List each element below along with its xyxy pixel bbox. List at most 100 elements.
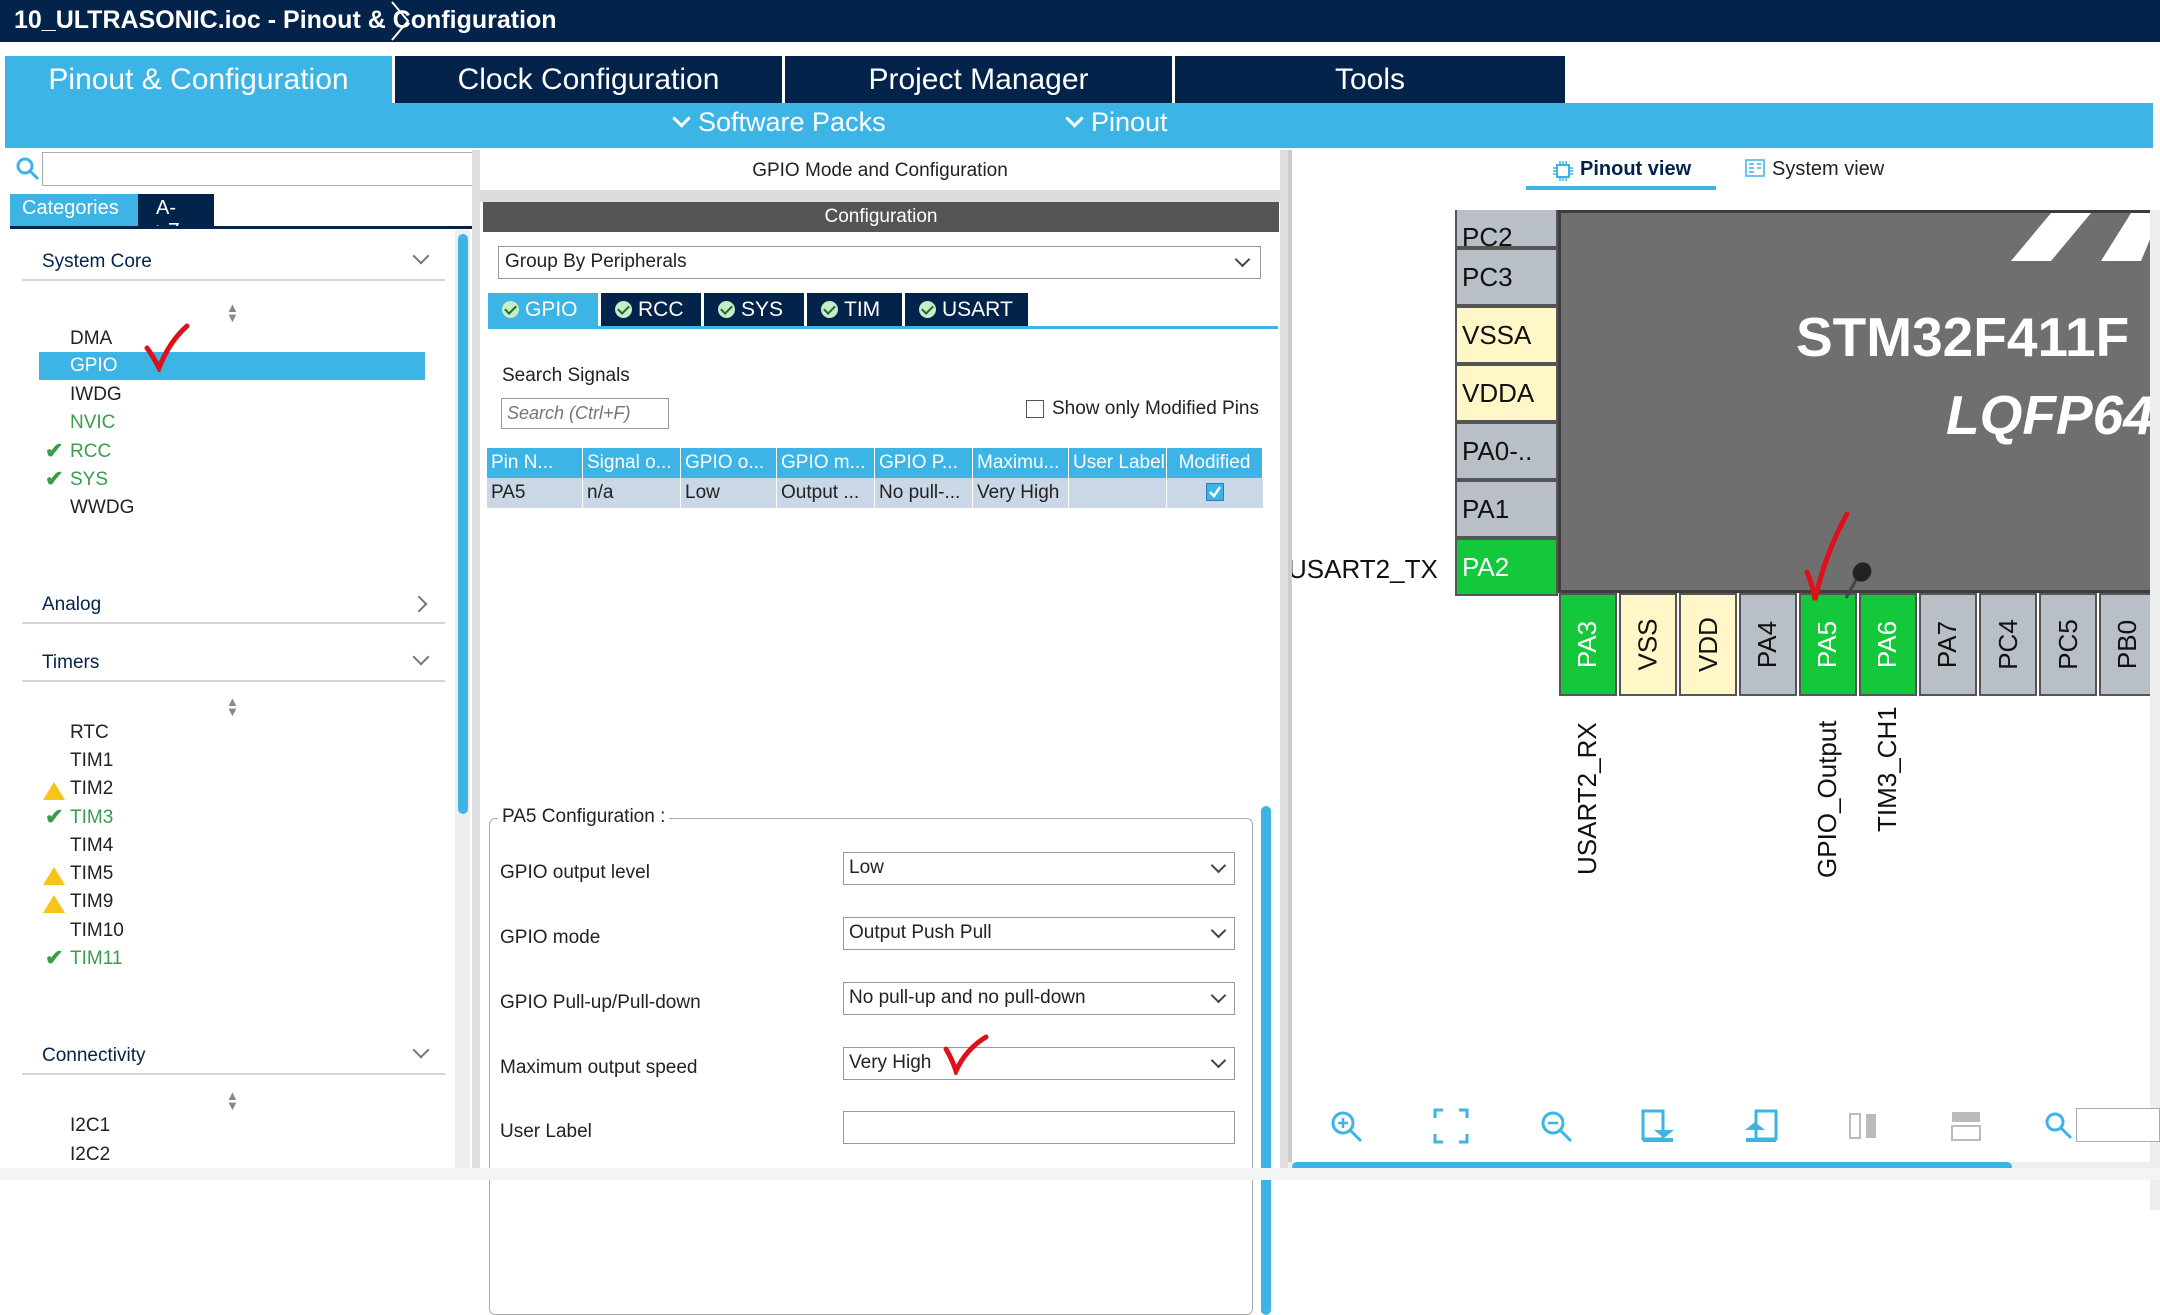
tab-label: Tools (1335, 63, 1405, 97)
pin-pa6[interactable]: PA6 (1859, 593, 1917, 696)
column-header[interactable]: GPIO m... (777, 448, 875, 478)
user-label-input[interactable] (843, 1111, 1235, 1144)
split-view-icon[interactable] (1846, 1108, 1882, 1144)
pin-label: PC5 (2052, 619, 2083, 670)
category-analog[interactable]: Analog (22, 588, 445, 624)
list-item-tim4[interactable]: TIM4 (70, 835, 113, 857)
gpio-mode-select[interactable]: Output Push Pull (843, 917, 1235, 950)
list-item-tim9[interactable]: TIM9 (70, 891, 113, 913)
pin-label: PA7 (1933, 621, 1964, 668)
pinout-canvas[interactable]: STM32F411F LQFP64 PC2 PC3 VSSA VDDA PA0-… (1288, 210, 2160, 1210)
import-icon[interactable] (1743, 1108, 1779, 1144)
pin-pa0[interactable]: PA0-.. (1455, 422, 1558, 480)
pull-up-down-select[interactable]: No pull-up and no pull-down (843, 982, 1235, 1015)
pin-pb0[interactable]: PB0 (2099, 593, 2157, 696)
column-header[interactable]: Signal o... (583, 448, 681, 478)
column-header[interactable]: Pin N... (487, 448, 583, 478)
list-item-i2c2[interactable]: I2C2 (70, 1144, 110, 1166)
column-header[interactable]: Maximu... (973, 448, 1069, 478)
tab-a-z[interactable]: A->Z (138, 194, 214, 226)
list-item-rtc[interactable]: RTC (70, 722, 109, 744)
modified-checkbox[interactable] (1206, 483, 1224, 501)
signal-search-input[interactable] (501, 398, 669, 429)
show-modified-checkbox[interactable] (1026, 400, 1044, 418)
pin-pc5[interactable]: PC5 (2039, 593, 2097, 696)
pin-pa7[interactable]: PA7 (1919, 593, 1977, 696)
column-header[interactable]: User Label (1069, 448, 1167, 478)
list-item-wwdg[interactable]: WWDG (70, 497, 134, 519)
pin-pc4[interactable]: PC4 (1979, 593, 2037, 696)
zoom-in-icon[interactable] (1328, 1108, 1364, 1144)
output-level-select[interactable]: Low (843, 852, 1235, 885)
tab-clock-configuration[interactable]: Clock Configuration (395, 56, 782, 103)
pin-vdda[interactable]: VDDA (1455, 364, 1558, 422)
tab-categories[interactable]: Categories (10, 194, 138, 226)
sort-icon[interactable]: ▲▼ (226, 1091, 239, 1111)
tab-pinout-configuration[interactable]: Pinout & Configuration (5, 56, 392, 103)
list-item-rcc[interactable]: RCC (70, 441, 111, 463)
tab-rcc[interactable]: RCC (601, 293, 701, 326)
panel-splitter[interactable] (472, 150, 480, 1180)
list-item-gpio[interactable]: GPIO (70, 355, 118, 377)
tab-gpio[interactable]: GPIO (488, 293, 598, 326)
tab-tools[interactable]: Tools (1175, 56, 1565, 103)
pin-pa4[interactable]: PA4 (1739, 593, 1797, 696)
layout-icon[interactable] (1948, 1108, 1984, 1144)
pin-pa5[interactable]: PA5 (1799, 593, 1857, 696)
pin-vdd[interactable]: VDD (1679, 593, 1737, 696)
check-icon (1207, 484, 1223, 500)
category-system-core[interactable]: System Core (22, 245, 445, 281)
column-header[interactable]: Modified (1167, 448, 1263, 478)
pinout-search-input[interactable] (2076, 1108, 2160, 1142)
list-item-tim2[interactable]: TIM2 (70, 778, 113, 800)
list-item-nvic[interactable]: NVIC (70, 412, 115, 434)
pin-vssa[interactable]: VSSA (1455, 306, 1558, 364)
max-speed-select[interactable]: Very High (843, 1047, 1235, 1080)
mcu-chip-body: STM32F411F LQFP64 (1558, 210, 2158, 593)
tab-tim[interactable]: TIM (807, 293, 902, 326)
column-header[interactable]: GPIO o... (681, 448, 777, 478)
export-icon[interactable] (1640, 1108, 1676, 1144)
list-item-tim1[interactable]: TIM1 (70, 750, 113, 772)
table-row[interactable]: PA5 n/a Low Output ... No pull-... Very … (487, 478, 1263, 508)
tab-label: GPIO (525, 298, 578, 322)
fit-icon[interactable] (1433, 1108, 1469, 1144)
list-item-iwdg[interactable]: IWDG (70, 384, 122, 406)
software-packs-menu[interactable]: Software Packs (675, 107, 886, 138)
pin-pa1[interactable]: PA1 (1455, 480, 1558, 538)
tab-pinout-view[interactable]: Pinout view (1580, 158, 1691, 181)
tab-label: TIM (844, 298, 880, 322)
pin-pc3[interactable]: PC3 (1455, 248, 1558, 306)
list-item-tim3[interactable]: TIM3 (70, 807, 113, 829)
tab-usart[interactable]: USART (905, 293, 1028, 326)
list-item-tim10[interactable]: TIM10 (70, 920, 124, 942)
list-item-sys[interactable]: SYS (70, 469, 108, 491)
category-timers[interactable]: Timers (22, 646, 445, 682)
pin-pc2[interactable]: PC2 (1455, 210, 1558, 248)
pin-pa3[interactable]: PA3 (1559, 593, 1617, 696)
scrollbar-thumb[interactable] (458, 234, 468, 814)
category-connectivity[interactable]: Connectivity (22, 1039, 445, 1075)
scrollbar-thumb[interactable] (1261, 806, 1271, 1315)
list-item-tim5[interactable]: TIM5 (70, 863, 113, 885)
group-by-select[interactable]: Group By Peripherals (498, 246, 1261, 279)
zoom-out-icon[interactable] (1538, 1108, 1574, 1144)
pinout-view-panel: Pinout view System view STM32F411F LQFP6… (1288, 150, 2160, 1180)
pin-vss[interactable]: VSS (1619, 593, 1677, 696)
annotation-checkmark-icon (942, 1033, 990, 1075)
sort-icon[interactable]: ▲▼ (226, 697, 239, 717)
sort-icon[interactable]: ▲▼ (226, 303, 239, 323)
list-item-i2c1[interactable]: I2C1 (70, 1115, 110, 1137)
list-item-tim11[interactable]: TIM11 (70, 948, 122, 970)
check-circle-icon (919, 301, 936, 318)
tab-sys[interactable]: SYS (704, 293, 804, 326)
tab-system-view[interactable]: System view (1772, 158, 1884, 181)
pinout-menu[interactable]: Pinout (1068, 107, 1168, 138)
list-item-dma[interactable]: DMA (70, 328, 112, 350)
panel-splitter[interactable] (1280, 150, 1288, 1180)
pin-pa2[interactable]: PA2 (1455, 538, 1558, 596)
column-header[interactable]: GPIO P... (875, 448, 973, 478)
tab-project-manager[interactable]: Project Manager (785, 56, 1172, 103)
table-header: Pin N... Signal o... GPIO o... GPIO m...… (487, 448, 1278, 478)
category-search-input[interactable] (42, 152, 475, 186)
